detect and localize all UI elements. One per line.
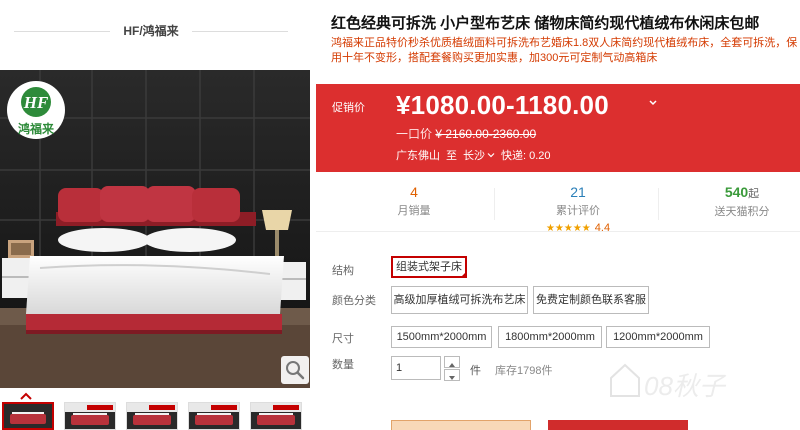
zoom-button[interactable] [281,356,309,384]
promo-price-label: 促销价 [332,102,365,114]
monthly-sales-value: 4 [410,184,418,200]
product-title: 红色经典可拆洗 小户型布艺床 储物床简约现代植绒布休闲床包邮 [331,15,760,32]
color-option-flocked[interactable]: 高级加厚植绒可拆洗布艺床 [391,286,528,314]
quantity-input[interactable]: 1 [391,356,441,380]
monthly-sales-label: 月销量 [397,205,431,217]
chevron-down-icon[interactable] [648,98,658,108]
divider [658,188,659,220]
quantity-decrease-button[interactable] [444,369,460,381]
original-price-row: 一口价 ¥ 2160.00-2360.00 [396,125,536,142]
stats-bar: 4 月销量 21 累计评价 ★★★★★ 4.4 540起 送天猫积分 [316,176,800,234]
original-price: ¥ 2160.00-2360.00 [435,127,537,141]
magnifier-icon [286,361,305,380]
size-option-1800[interactable]: 1800mm*2000mm [498,326,602,348]
caret-down-icon [449,376,455,380]
thumb-scroll-up[interactable] [18,388,34,400]
brand-logo: HF 鸿福来 [7,81,65,139]
divider [494,188,495,220]
quantity-increase-button[interactable] [444,356,460,368]
watermark-house-icon [610,363,640,397]
star-rating-icon: ★★★★★ [545,223,591,234]
size-option-1500[interactable]: 1500mm*2000mm [391,326,492,348]
color-label: 颜色分类 [332,295,376,307]
chevron-down-icon [487,153,495,158]
ship-from: 广东佛山 [396,150,440,162]
promo-price: ¥1080.00-1180.00 [396,90,609,120]
quantity-label: 数量 [332,359,354,371]
thumbnail-strip [0,402,310,430]
rating-value: 4.4 [594,222,611,234]
structure-option-frame[interactable]: 组装式架子床 [391,256,467,278]
shop-name[interactable]: HF/鸿福来 [110,22,192,39]
thumbnail-2[interactable] [64,402,116,430]
ship-to-label: 至 [446,150,457,162]
product-subtitle: 鸿福来正品特价秒杀优质植绒面料可拆洗布艺婚床1.8双人床简约现代植绒布床，全套可… [331,37,798,64]
thumbnail-5[interactable] [250,402,302,430]
thumbnail-4[interactable] [188,402,240,430]
original-price-label: 一口价 [396,127,433,141]
quantity-unit: 件 [470,365,481,377]
divider-line [192,31,288,32]
points-label: 送天猫积分 [714,206,770,218]
ship-to-selector[interactable]: 长沙 [463,147,495,163]
stat-monthly-sales: 4 月销量 [334,184,494,218]
reviews-label: 累计评价 [556,205,600,217]
shop-header: HF/鸿福来 [0,0,310,62]
shipping-row: 广东佛山 至 长沙 快递: 0.20 [396,147,551,163]
shipping-fee: 快递: 0.20 [501,150,551,162]
divider-line [14,31,110,32]
watermark: 08秋子 [644,371,725,401]
svg-text:HF: HF [23,93,49,112]
size-label: 尺寸 [332,333,354,345]
points-value-row: 540起 [662,184,800,201]
structure-label: 结构 [332,265,354,277]
ship-to: 长沙 [463,150,485,162]
stat-points: 540起 送天猫积分 [662,184,800,219]
add-to-cart-button[interactable] [548,420,688,430]
thumbnail-1[interactable] [2,402,54,430]
price-panel: 促销价 ¥1080.00-1180.00 一口价 ¥ 2160.00-2360.… [316,84,800,172]
color-option-custom[interactable]: 免费定制颜色联系客服 [533,286,649,314]
main-product-image[interactable]: HF 鸿福来 [0,70,310,388]
stat-reviews[interactable]: 21 累计评价 ★★★★★ 4.4 [498,184,658,236]
reviews-value: 21 [570,184,586,200]
points-unit: 起 [748,188,760,200]
size-option-1200[interactable]: 1200mm*2000mm [606,326,710,348]
svg-text:鸿福来: 鸿福来 [18,121,55,136]
thumbnail-3[interactable] [126,402,178,430]
points-value: 540 [724,184,749,200]
stock-count: 库存1798件 [495,365,553,377]
chevron-up-icon [20,392,32,400]
buy-now-button[interactable] [391,420,531,430]
